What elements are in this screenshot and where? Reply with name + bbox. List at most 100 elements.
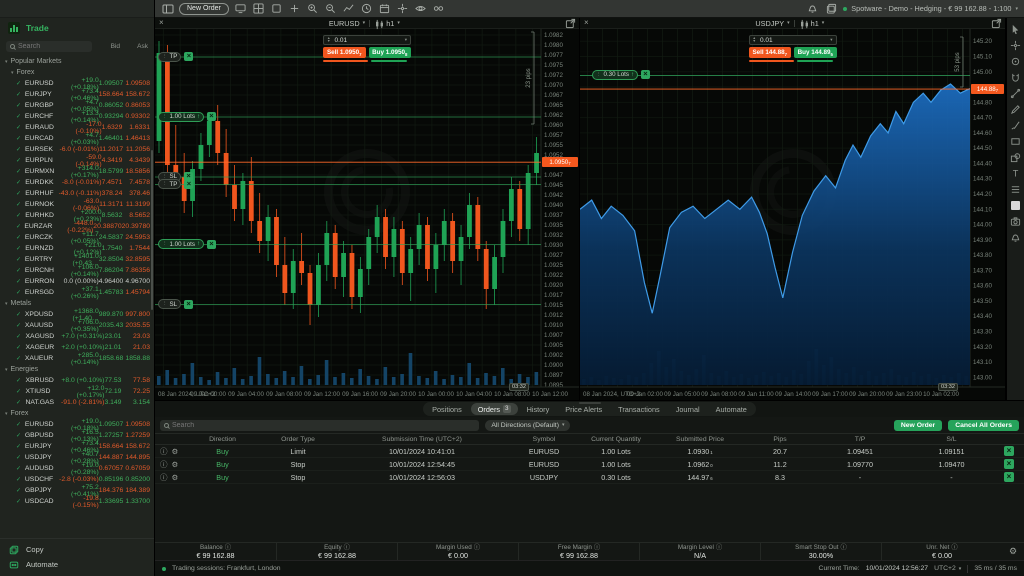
eye-icon[interactable]	[414, 2, 427, 15]
gear-icon[interactable]: ⚙	[172, 460, 179, 469]
drag-grip-icon[interactable]: ⋮	[596, 72, 602, 78]
copy-windows-icon[interactable]	[825, 2, 838, 15]
buy-button[interactable]: Buy 1.09508	[369, 47, 412, 58]
close-order-icon[interactable]: ×	[207, 240, 216, 249]
timezone-selector[interactable]: UTC+2▾	[934, 565, 961, 572]
info-icon[interactable]: ⓘ	[160, 472, 168, 483]
color-swatch[interactable]	[1010, 199, 1022, 211]
multi-monitor-icon[interactable]	[234, 2, 247, 15]
order-line-badge[interactable]: ⋮1.00 Lots↑×	[158, 239, 216, 249]
order-line-pill[interactable]: ⋮TP	[158, 179, 181, 189]
sell-button[interactable]: Sell 144.887	[749, 47, 792, 58]
camera-tool-icon[interactable]	[1010, 215, 1022, 227]
order-line-badge[interactable]: ⋮TP×	[158, 179, 193, 189]
popout-icon[interactable]	[565, 18, 575, 28]
market-row[interactable]: ✓XAGUSD+7.0 (+0.31%)23.0123.03	[0, 331, 154, 342]
area-chart[interactable]: 145.20145.10145.00144.90144.80144.70144.…	[580, 29, 1005, 398]
crosshair-icon[interactable]	[396, 2, 409, 15]
calendar-icon[interactable]	[378, 2, 391, 15]
account-selector[interactable]: Spotware - Demo - Hedging - € 99 162.88 …	[843, 4, 1018, 13]
cancel-all-orders-button[interactable]: Cancel All Orders	[948, 420, 1019, 431]
tab-positions[interactable]: Positions	[425, 403, 469, 415]
summary-gear-icon[interactable]: ⚙	[1002, 546, 1024, 557]
close-chart-icon[interactable]: ×	[159, 19, 164, 27]
popout-icon[interactable]	[991, 18, 1001, 28]
symbol-selector[interactable]: EURUSD▾	[329, 19, 365, 28]
link-charts-icon[interactable]	[432, 2, 445, 15]
shapes-tool-icon[interactable]	[1010, 151, 1022, 163]
market-row[interactable]: ✓EURCAD+4.7 (+0.03%)1.464011.46413	[0, 133, 154, 144]
info-icon[interactable]: ⓘ	[951, 544, 957, 552]
close-order-icon[interactable]: ×	[641, 70, 650, 79]
orders-search-wrap[interactable]	[160, 420, 479, 431]
tab-price-alerts[interactable]: Price Alerts	[558, 403, 609, 415]
chart-body-eurusd[interactable]: ▲▼ 0.01 ▾ Sell 1.09507 Buy 1.09508 1.098…	[155, 29, 579, 400]
market-row[interactable]: ✓EURCNH+106.0 (+0.14%)7.862047.86356	[0, 265, 154, 276]
buy-button[interactable]: Buy 144.895	[794, 47, 837, 58]
drag-grip-icon[interactable]: ⋮	[162, 181, 168, 187]
search-input-wrap[interactable]	[6, 41, 92, 52]
close-order-icon[interactable]: ×	[184, 52, 193, 61]
brush-tool-icon[interactable]	[1010, 119, 1022, 131]
order-line-badge[interactable]: ⋮1.00 Lots↑×	[158, 112, 216, 122]
dot-target-icon[interactable]	[1010, 55, 1022, 67]
gear-icon[interactable]: ⚙	[172, 447, 179, 456]
tab-orders[interactable]: Orders3	[471, 403, 518, 415]
timeframe-selector[interactable]: h1▾	[374, 19, 400, 28]
zoom-out-icon[interactable]	[324, 2, 337, 15]
drag-grip-icon[interactable]: ⋮	[162, 114, 168, 120]
cancel-order-icon[interactable]: ×	[1004, 472, 1014, 482]
market-row[interactable]: ✓XTIUSD+12.0 (+0.17%)72.1972.25	[0, 386, 154, 397]
zoom-in-icon[interactable]	[306, 2, 319, 15]
cancel-order-icon[interactable]: ×	[1004, 446, 1014, 456]
info-icon[interactable]: ⓘ	[160, 446, 168, 457]
color-swatch[interactable]	[1011, 201, 1020, 210]
order-line-pill[interactable]: ⋮TP	[158, 52, 181, 62]
market-row[interactable]: ✓EURDKK-8.0 (-0.01%)7.45717.4578	[0, 177, 154, 188]
alert-tool-icon[interactable]	[1010, 231, 1022, 243]
order-row[interactable]: ⓘ⚙BuyStop10/01/2024 12:54:45EURUSD1.00 L…	[155, 458, 1024, 471]
market-row[interactable]: ✓XAUUSD+706.0 (+0.35%)2035.432035.55	[0, 320, 154, 331]
chart-shots-icon[interactable]	[342, 2, 355, 15]
order-line-pill[interactable]: ⋮1.00 Lots↑	[158, 112, 204, 122]
market-row[interactable]: ✓NAT.GAS-91.0 (-2.81%)3.1493.154	[0, 397, 154, 408]
market-row[interactable]: ✓USDCAD-19.8 (-0.15%)1.336951.33700	[0, 496, 154, 507]
add-chart-icon[interactable]	[288, 2, 301, 15]
close-order-icon[interactable]: ×	[184, 300, 193, 309]
info-icon[interactable]: ⓘ	[716, 544, 722, 552]
quantity-input[interactable]: ▲▼ 0.01 ▾	[323, 35, 411, 45]
order-row[interactable]: ⓘ⚙BuyStop10/01/2024 12:56:03USDJPY0.30 L…	[155, 471, 1024, 484]
sidebar-scrollbar[interactable]	[151, 150, 153, 310]
order-line-pill[interactable]: ⋮1.00 Lots↑	[158, 239, 204, 249]
market-group-header[interactable]: ▾Popular Markets	[0, 56, 154, 67]
tab-transactions[interactable]: Transactions	[611, 403, 667, 415]
info-icon[interactable]: ⓘ	[160, 459, 168, 470]
sidebar-item-automate[interactable]: Automate	[0, 557, 154, 572]
candlestick-chart[interactable]: 1.09821.09801.09771.09751.09721.09701.09…	[155, 29, 579, 398]
quantity-input[interactable]: ▲▼ 0.01 ▾	[749, 35, 837, 45]
order-line-badge[interactable]: ⋮SL×	[158, 299, 193, 309]
chart-body-usdjpy[interactable]: ▲▼ 0.01 ▾ Sell 144.887 Buy 144.895 145.2…	[580, 29, 1005, 400]
search-input[interactable]	[18, 43, 88, 50]
close-order-icon[interactable]: ×	[207, 112, 216, 121]
close-order-icon[interactable]: ×	[184, 180, 193, 189]
panel-drag-handle[interactable]	[579, 402, 601, 404]
tab-history[interactable]: History	[520, 403, 557, 415]
sidebar-item-copy[interactable]: Copy	[0, 542, 154, 557]
tab-journal[interactable]: Journal	[669, 403, 707, 415]
single-chart-icon[interactable]	[270, 2, 283, 15]
market-row[interactable]: ✓XAUEUR+285.0 (+0.14%)1858.681858.88	[0, 353, 154, 364]
direction-filter[interactable]: All Directions (Default)▾	[485, 420, 570, 431]
fib-tool-icon[interactable]	[1010, 183, 1022, 195]
close-chart-icon[interactable]: ×	[584, 19, 589, 27]
new-order-button[interactable]: New Order	[179, 3, 229, 15]
sidebar-toggle-icon[interactable]	[161, 2, 174, 15]
tab-automate[interactable]: Automate	[709, 403, 754, 415]
crosshair-tool-icon[interactable]	[1010, 39, 1022, 51]
notifications-icon[interactable]	[806, 2, 819, 15]
text-tool-icon[interactable]: T	[1010, 167, 1022, 179]
drag-grip-icon[interactable]: ⋮	[162, 241, 168, 247]
market-group-header[interactable]: ▾Energies	[0, 364, 154, 375]
rectangle-tool-icon[interactable]	[1010, 135, 1022, 147]
symbol-selector[interactable]: USDJPY▾	[755, 19, 789, 28]
